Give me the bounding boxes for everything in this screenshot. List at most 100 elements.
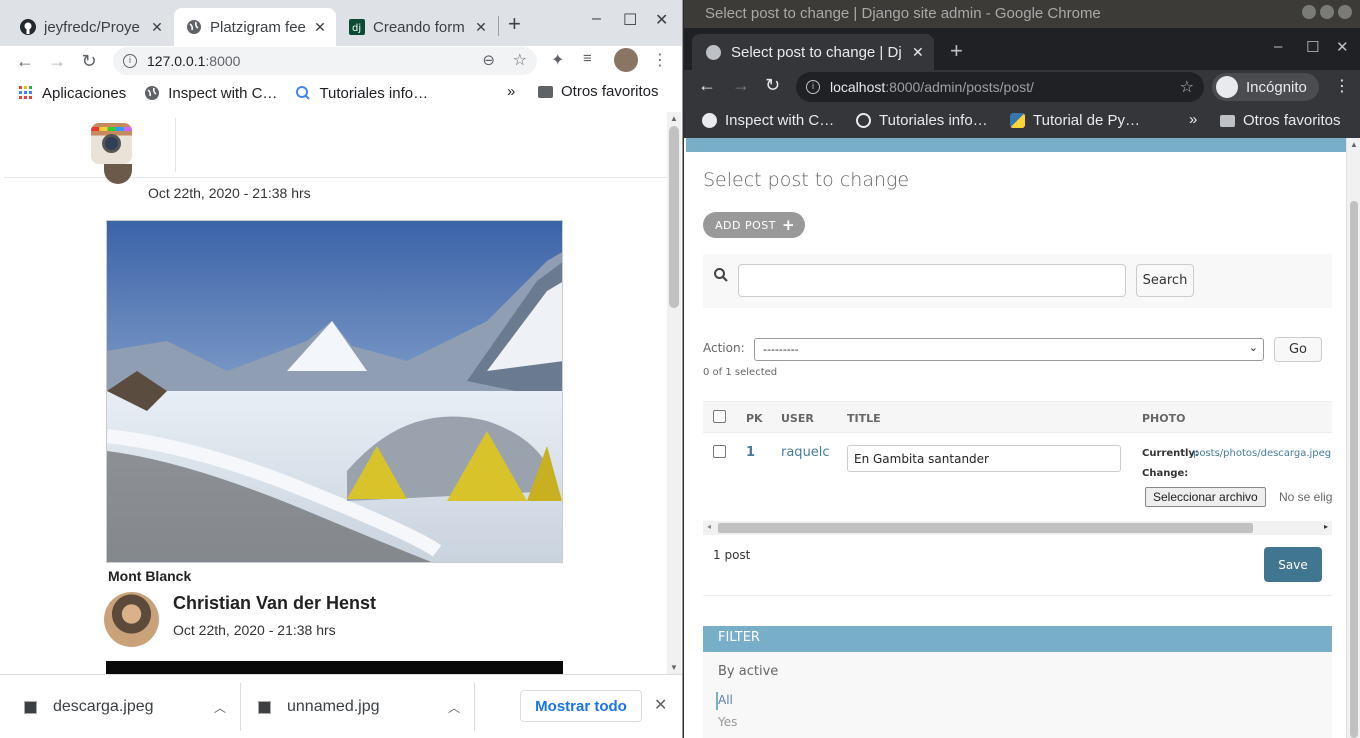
other-bookmarks[interactable]: Otros favoritos [538, 83, 659, 100]
select-all-checkbox[interactable] [713, 410, 726, 423]
tab-title: Creando form [373, 18, 465, 36]
action-select[interactable]: --------- ⌄ [754, 338, 1264, 361]
tab-creando-form[interactable]: dj Creando form ✕ [337, 8, 497, 46]
menu-icon[interactable]: ⋮ [652, 50, 668, 70]
bookmark-python[interactable]: Tutorial de Py… [1010, 112, 1140, 129]
save-button[interactable]: Save [1264, 547, 1322, 582]
column-header-photo[interactable]: PHOTO [1142, 412, 1185, 425]
back-arrow-icon[interactable]: ← [698, 75, 716, 96]
close-tab-icon[interactable]: ✕ [147, 19, 167, 36]
filter-header: FILTER [703, 626, 1332, 652]
maximize-button[interactable] [1320, 5, 1334, 19]
scrollbar-thumb[interactable] [718, 523, 1253, 533]
reload-icon[interactable]: ↻ [765, 75, 780, 96]
extensions-icon[interactable]: ✦ [551, 50, 564, 70]
search-bookmark-icon [856, 113, 871, 128]
zoom-icon[interactable]: ⊖ [482, 51, 495, 69]
minimize-button[interactable]: – [592, 10, 601, 28]
post-date: Oct 22th, 2020 - 21:38 hrs [148, 185, 311, 201]
reload-icon[interactable]: ↻ [73, 51, 105, 72]
forward-arrow-icon[interactable]: → [41, 51, 73, 72]
column-header-pk[interactable]: PK [746, 412, 763, 425]
scrollbar-thumb[interactable] [1350, 201, 1358, 738]
close-window-button[interactable]: ✕ [655, 10, 668, 30]
right-address-bar[interactable]: i localhost:8000/admin/posts/post/ ☆ [796, 72, 1204, 102]
instagram-logo-icon[interactable] [91, 123, 132, 164]
close-tab-icon[interactable]: ✕ [471, 19, 491, 36]
show-all-downloads-button[interactable]: Mostrar todo [520, 690, 642, 722]
close-window-button[interactable]: ✕ [1336, 38, 1349, 56]
tab-title: Platzigram fee [210, 18, 306, 36]
minimize-button[interactable] [1302, 5, 1316, 19]
bookmark-inspect[interactable]: Inspect with C… [702, 112, 834, 129]
forward-arrow-icon[interactable]: → [732, 75, 750, 96]
bookmark-tutoriales[interactable]: Tutoriales info… [295, 85, 428, 102]
new-tab-button[interactable]: + [950, 38, 963, 64]
table-horizontal-scrollbar[interactable]: ◂ ▸ [703, 521, 1332, 535]
avatar[interactable] [104, 592, 159, 647]
close-tab-icon[interactable]: ✕ [310, 19, 330, 36]
row-pk-link[interactable]: 1 [746, 445, 755, 460]
bookmark-tutoriales[interactable]: Tutoriales info… [856, 112, 988, 129]
column-header-title[interactable]: TITLE [847, 412, 881, 425]
platzigram-feed-page: Oct 22th, 2020 - 21:38 hrs Mont Blanck C… [4, 112, 668, 674]
mountain-photo-icon [107, 221, 562, 562]
filter-option-yes[interactable]: Yes [718, 715, 737, 729]
action-selected: --------- [763, 343, 799, 356]
choose-file-button[interactable]: Seleccionar archivo [1145, 487, 1266, 507]
star-icon[interactable]: ☆ [513, 50, 527, 70]
left-page-scrollbar[interactable]: ▲ ▼ [667, 112, 681, 674]
bookmark-aplicaciones[interactable]: Aplicaciones [18, 85, 126, 102]
maximize-button[interactable]: ☐ [1306, 38, 1319, 56]
post-author[interactable]: Christian Van der Henst [173, 593, 376, 614]
download-item[interactable]: unnamed.jpg ︿ [258, 687, 468, 727]
close-tab-icon[interactable]: ✕ [912, 44, 934, 61]
scrollbar-thumb[interactable] [669, 126, 679, 308]
menu-icon[interactable]: ⋮ [1334, 76, 1350, 96]
column-header-user[interactable]: USER [781, 412, 814, 425]
row-user[interactable]: raquelc [781, 445, 830, 460]
tab-platzigram[interactable]: Platzigram fee ✕ [174, 8, 336, 46]
right-page-scrollbar[interactable]: ▲ [1346, 138, 1360, 738]
image-file-icon [258, 700, 271, 714]
url-path: :8000/admin/posts/post/ [885, 79, 1034, 95]
globe-icon [144, 85, 160, 101]
search-input[interactable] [738, 264, 1126, 297]
avatar[interactable] [104, 164, 132, 184]
profile-avatar[interactable] [614, 48, 638, 72]
minimize-button[interactable]: – [1274, 38, 1282, 55]
search-button[interactable]: Search [1136, 264, 1194, 297]
post-image[interactable] [106, 220, 563, 563]
close-icon[interactable]: ✕ [654, 695, 667, 715]
tab-select-post[interactable]: Select post to change | Dj ✕ [692, 34, 934, 70]
back-arrow-icon[interactable]: ← [9, 51, 41, 72]
bookmark-inspect[interactable]: Inspect with C… [144, 85, 277, 102]
go-button[interactable]: Go [1274, 337, 1322, 362]
other-bookmarks[interactable]: Otros favoritos [1220, 112, 1341, 129]
bookmarks-overflow-button[interactable]: » [507, 83, 515, 100]
add-post-button[interactable]: ADD POST + [703, 212, 806, 238]
incognito-profile[interactable]: Incógnito [1212, 73, 1319, 101]
bookmarks-overflow-button[interactable]: » [1189, 111, 1197, 128]
downloads-bar: descarga.jpeg ︿ unnamed.jpg ︿ Mostrar to… [0, 674, 682, 738]
tab-github[interactable]: jeyfredc/Proye ✕ [8, 8, 173, 46]
close-window-button[interactable] [1338, 5, 1352, 19]
maximize-button[interactable]: ☐ [623, 10, 637, 30]
incognito-icon [1216, 76, 1238, 98]
results-table-header: PK USER TITLE PHOTO [703, 401, 1332, 433]
media-control-icon[interactable]: ≡ [583, 50, 592, 67]
download-item[interactable]: descarga.jpeg ︿ [24, 687, 234, 727]
tab-separator [498, 16, 499, 36]
post-image[interactable] [106, 661, 563, 674]
row-checkbox[interactable] [713, 445, 726, 458]
star-icon[interactable]: ☆ [1180, 77, 1194, 97]
left-address-bar[interactable]: i 127.0.0.1:8000 ⊖ ☆ [113, 47, 537, 75]
filter-option-all[interactable]: All [718, 693, 733, 707]
chevron-up-icon[interactable]: ︿ [448, 699, 460, 716]
chevron-up-icon[interactable]: ︿ [214, 699, 226, 716]
new-tab-button[interactable]: + [508, 11, 521, 37]
download-filename: descarga.jpeg [53, 698, 154, 715]
admin-header-strip [686, 138, 1346, 152]
title-field[interactable] [847, 445, 1121, 472]
photo-link[interactable]: posts/photos/descarga.jpeg [1193, 448, 1331, 459]
